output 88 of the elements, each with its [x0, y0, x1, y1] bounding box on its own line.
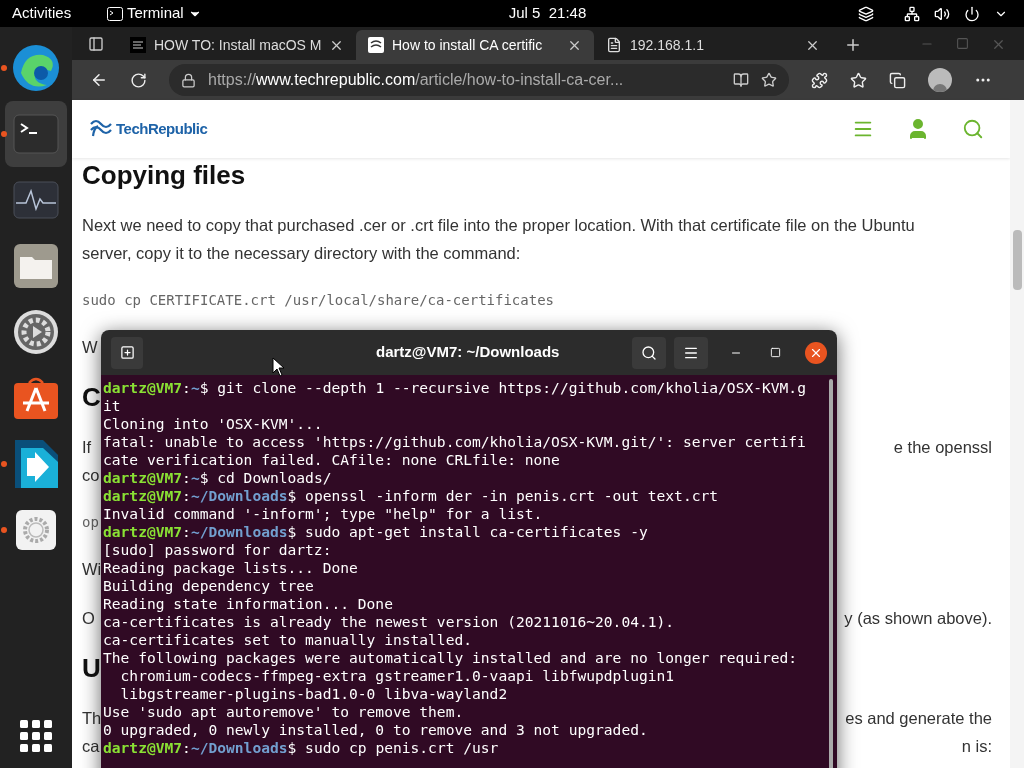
terminal-line: dartz@VM7:~/Downloads$ sudo apt-get install ca-certificates -y	[103, 523, 649, 541]
article-text: If	[82, 437, 92, 458]
browser-tab[interactable]: HOW TO: Install macOS M	[118, 30, 356, 60]
article-text: es and generate the	[845, 708, 992, 729]
back-icon[interactable]	[90, 71, 108, 89]
terminal-line: dartz@VM7:~/Downloads$ sudo cp penis.crt /usr	[103, 739, 500, 757]
settings-icon[interactable]	[15, 509, 57, 551]
article-text: Next we need to copy that purchased .cer or .crt file into the proper location. With that certificate file on the Ubuntu	[82, 215, 915, 236]
search-icon[interactable]	[962, 118, 984, 140]
mouse-pointer-icon	[272, 357, 286, 377]
address-bar[interactable]: https://www.techrepublic.com/article/how-to-install-ca-cer...	[169, 64, 789, 96]
terminal-icon[interactable]	[13, 114, 59, 154]
article-text: y (as shown above).	[844, 608, 992, 629]
terminal-scrollbar[interactable]	[829, 379, 833, 768]
terminal-icon	[107, 6, 123, 21]
terminal-line: Reading state information... Done	[103, 595, 394, 613]
terminal-line: dartz@VM7:~/Downloads$ openssl -inform der -in penis.crt -out text.crt	[103, 487, 720, 505]
browser-icon[interactable]	[11, 43, 61, 93]
profile-avatar[interactable]	[928, 68, 952, 92]
terminal-line: it	[103, 397, 122, 415]
menu-button[interactable]	[674, 336, 708, 369]
article-text: O	[82, 608, 95, 629]
shopping-bag-icon[interactable]	[13, 375, 59, 421]
window-title: dartz@VM7: ~/Downloads	[376, 342, 560, 363]
search-button[interactable]	[632, 336, 666, 369]
terminal-line: cate verification failed. CAfile: none CRLfile: none	[103, 451, 561, 469]
wave-icon	[368, 37, 384, 53]
scrollbar[interactable]	[1010, 100, 1024, 768]
maximize-icon[interactable]	[770, 347, 781, 358]
app-grid-icon[interactable]	[20, 720, 52, 752]
article-text: n is:	[961, 736, 992, 757]
terminal-line: Invalid command '-inform'; type "help" for a list.	[103, 505, 544, 523]
close-button[interactable]	[805, 341, 827, 364]
terminal-line: [sudo] password for dartz:	[103, 541, 333, 559]
terminal-line: 0 upgraded, 0 newly installed, 0 to remove and 3 not upgraded.	[103, 721, 649, 739]
url-text: https://www.techrepublic.com/article/how-to-install-ca-cer...	[208, 70, 625, 90]
browser-tab[interactable]: 192.168.1.1	[594, 30, 832, 60]
terminal-line: ca-certificates set to manually installed.	[103, 631, 474, 649]
favorites-icon[interactable]	[850, 71, 867, 89]
new-tab-icon	[119, 345, 135, 360]
scrollbar-thumb[interactable]	[1012, 230, 1022, 290]
tab-actions-icon[interactable]	[88, 36, 104, 52]
article-text: W	[82, 337, 98, 358]
article-text: e the openssl	[893, 437, 992, 458]
article-text: Th	[82, 708, 102, 729]
reader-icon[interactable]	[733, 72, 749, 88]
terminal-line: fatal: unable to access 'https://github.com/kholia/OSX-KVM.git/': server certifi	[103, 433, 807, 451]
site-icon	[130, 37, 146, 53]
code-line: op	[82, 513, 99, 532]
favorite-icon[interactable]	[761, 72, 777, 88]
site-logo[interactable]: TechRepublic	[116, 117, 208, 141]
article-heading: C	[82, 382, 101, 412]
power-icon[interactable]	[964, 5, 980, 22]
folder-icon[interactable]	[13, 243, 59, 289]
terminal-line: Reading package lists... Done	[103, 559, 359, 577]
code-line: sudo cp CERTIFICATE.crt /usr/local/share/ca-certificates	[82, 291, 554, 310]
article-text: server, copy it to the necessary directory with the command:	[82, 243, 521, 264]
terminal-line: Cloning into 'OSX-KVM'...	[103, 415, 324, 433]
arrow-icon[interactable]	[13, 440, 59, 488]
browser-tab[interactable]: How to install CA certific	[356, 30, 594, 60]
app-menu[interactable]: Terminal	[107, 2, 202, 25]
terminal-line: Building dependency tree	[103, 577, 315, 595]
terminal-line: chromium-codecs-ffmpeg-extra gstreamer1.0-vaapi libfwupdplugin1	[119, 667, 676, 685]
terminal-line: The following packages were automatically installed and are no longer required:	[103, 649, 799, 667]
terminal-line: Use 'sudo apt autoremove' to remove them.	[103, 703, 465, 721]
terminal-line: dartz@VM7:~$ cd Downloads/	[103, 469, 333, 487]
extensions-icon[interactable]	[811, 71, 828, 89]
network-icon[interactable]	[904, 5, 920, 22]
search-icon	[641, 344, 657, 361]
page-icon	[606, 37, 622, 53]
article-heading: U	[82, 653, 101, 683]
terminal-line: ca-certificates is already the newest version (20211016~20.04.1).	[103, 613, 676, 631]
activity-graph-icon[interactable]	[13, 181, 59, 219]
new-tab-icon[interactable]	[844, 36, 862, 54]
new-tab-button[interactable]	[111, 336, 143, 369]
activities-button[interactable]: Activities	[12, 2, 107, 25]
gear-icon[interactable]	[13, 309, 59, 355]
article-heading: Copying files	[82, 160, 246, 190]
terminal-line: dartz@VM7:~$ git clone --depth 1 --recursive https://github.com/kholia/OSX-KVM.g	[103, 379, 807, 397]
clock[interactable]: Jul 5 21:48	[508, 2, 587, 25]
article-text: co	[82, 465, 100, 486]
article-text: ca	[82, 736, 100, 757]
volume-icon[interactable]	[934, 5, 950, 22]
collections-icon[interactable]	[889, 71, 906, 89]
terminal-line: libgstreamer-plugins-bad1.0-0 libva-wayland2	[119, 685, 509, 703]
article-text: Wi	[82, 559, 102, 580]
reload-icon[interactable]	[130, 71, 147, 89]
lock-icon	[181, 72, 196, 88]
